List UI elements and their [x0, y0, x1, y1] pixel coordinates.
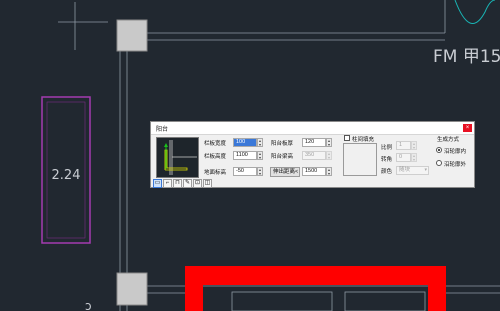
door-arc	[454, 0, 496, 24]
extend-distance-input[interactable]: 1500	[302, 167, 326, 176]
scale-input[interactable]: 1	[396, 141, 411, 150]
scale-value: 1	[399, 142, 403, 148]
draw-path-icon[interactable]: ✎	[183, 179, 192, 188]
color-label: 颜色	[381, 169, 393, 175]
rail-width-label: 栏板宽度	[204, 141, 227, 147]
scale-label: 比例	[381, 145, 393, 151]
window-frame	[344, 291, 426, 311]
balcony-bay-icon[interactable]: ⊓	[173, 179, 182, 188]
angle-input[interactable]: 0	[396, 153, 411, 162]
slab-thickness-label: 阳台板厚	[271, 141, 294, 147]
select-wall-icon[interactable]: ⊡	[193, 179, 202, 188]
outer-outline-label: 沿轮廓外	[444, 162, 467, 168]
slab-thickness-input[interactable]: 120	[302, 138, 326, 147]
outer-outline-radio[interactable]	[436, 160, 442, 166]
balcony-straight-icon[interactable]: ▭	[153, 179, 162, 188]
beam-height-spinner[interactable]: ▴ ▾	[326, 151, 332, 160]
preview-graphic	[164, 140, 197, 175]
floor-height-input[interactable]: -50	[233, 167, 257, 176]
angle-value: 0	[399, 154, 403, 160]
rail-width-spinner[interactable]: ▴ ▾	[257, 138, 263, 147]
balcony-corner-icon[interactable]: ⌐	[163, 179, 172, 188]
inner-outline-label: 沿轮廓内	[444, 149, 467, 155]
rail-height-label: 栏板高度	[204, 154, 227, 160]
inner-outline-radio[interactable]	[436, 147, 442, 153]
column-fill-label: 柱间填充	[352, 137, 375, 143]
column[interactable]	[116, 272, 148, 306]
floor-height-spinner[interactable]: ▴ ▾	[257, 167, 263, 176]
color-select[interactable]: 随块 ▾	[396, 166, 429, 175]
extend-distance-button[interactable]: 伸出距离<	[270, 167, 300, 177]
balcony-outline[interactable]	[185, 266, 446, 311]
column-fill-checkbox[interactable]	[344, 135, 350, 141]
close-button[interactable]: ×	[463, 124, 472, 132]
door-label: FM 甲15	[433, 47, 500, 67]
scale-spinner[interactable]: ▴ ▾	[411, 141, 417, 150]
pick-icon[interactable]: ◫	[203, 179, 212, 188]
dialog-title: 阳台	[156, 127, 169, 133]
rail-width-input[interactable]: 100	[233, 138, 257, 147]
fill-pattern-swatch[interactable]	[343, 143, 377, 176]
rail-height-input[interactable]: 1100	[233, 151, 257, 160]
angle-label: 转角	[381, 157, 393, 163]
floor-height-label: 地面标高	[204, 170, 227, 176]
balcony-dialog: 阳台 × 栏板宽度 100 ▴ ▾ 栏板高度 1100 ▴ ▾ 地面标高 -50 ▴…	[150, 121, 475, 188]
extend-distance-spinner[interactable]: ▴ ▾	[326, 167, 332, 176]
partial-label: ↄ	[85, 299, 92, 311]
window-frame	[231, 291, 333, 311]
rail-height-spinner[interactable]: ▴ ▾	[257, 151, 263, 160]
color-value: 随块	[399, 167, 411, 173]
generate-mode-title: 生成方式	[437, 137, 460, 143]
dialog-titlebar[interactable]: 阳台 ×	[151, 122, 474, 135]
slab-thickness-spinner[interactable]: ▴ ▾	[326, 138, 332, 147]
column[interactable]	[116, 19, 148, 52]
room-size-label: 2.24	[52, 168, 81, 183]
chevron-down-icon: ▾	[424, 167, 427, 173]
angle-spinner[interactable]: ▴ ▾	[411, 153, 417, 162]
beam-height-input[interactable]: 350	[302, 151, 326, 160]
beam-height-label: 阳台梁高	[271, 154, 294, 160]
balcony-preview	[156, 137, 199, 178]
